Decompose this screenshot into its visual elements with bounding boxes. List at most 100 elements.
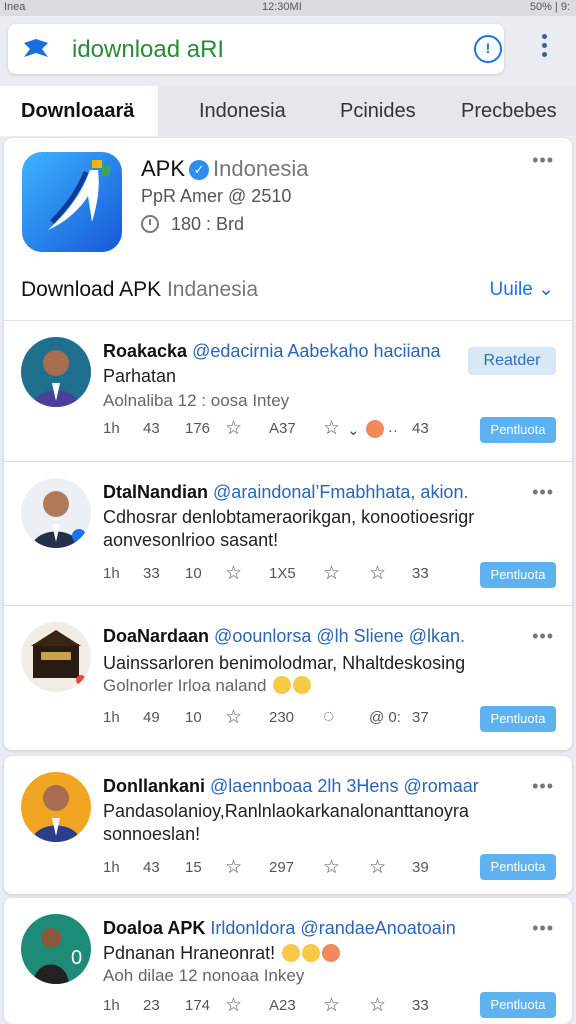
post-item[interactable]: Roakacka @edacirnia Aabekaho haciiana Pa…	[4, 321, 572, 461]
more-menu-icon[interactable]	[534, 34, 554, 66]
star-icon[interactable]: ☆	[225, 856, 242, 879]
author-handle[interactable]: @oounlorsa @lh Sliene @lkan.	[214, 626, 465, 646]
bookmark-icon[interactable]: ☆	[323, 417, 340, 440]
app-more-icon[interactable]: •••	[532, 150, 554, 171]
cta-button[interactable]: Pentluota	[480, 417, 556, 443]
action-likes[interactable]: 1X5	[269, 565, 296, 582]
share-icon[interactable]: ☆	[369, 562, 386, 585]
post-author: Doaloa APK Irldonldora @randaeAnoatoain	[103, 918, 456, 939]
post-card[interactable]: Donllankani @laennboaa 2lh 3Hens @romaar…	[4, 756, 572, 894]
info-icon[interactable]: !	[474, 35, 502, 63]
emoji-icon	[302, 944, 321, 962]
post-actions: 1h 33 10 ☆ 1X5 ☆ ☆ 33	[103, 562, 483, 586]
section-title-main: Download APK	[21, 278, 162, 301]
star-icon[interactable]: ☆	[225, 417, 242, 440]
tab-provinces[interactable]: Pcinides	[340, 86, 416, 136]
author-name: DtalNandian	[103, 482, 209, 502]
comment-icon[interactable]: ◌	[323, 706, 334, 728]
post-text: Pandasolanioy,Ranlnlaokarkanalonanttanoy…	[103, 801, 469, 844]
share-icon[interactable]: ☆	[369, 994, 386, 1017]
action-replies[interactable]: 33	[143, 565, 160, 582]
action-replies[interactable]: 49	[143, 709, 160, 726]
bookmark-icon[interactable]: ☆	[323, 856, 340, 879]
emoji-icon	[293, 676, 312, 694]
section-title-muted: Indanesia	[166, 278, 259, 301]
post-actions: 1h 49 10 ☆ 230 ◌ @ 0: 37	[103, 706, 483, 730]
action-count: 33	[412, 997, 429, 1014]
bookmark-icon[interactable]: ☆	[323, 994, 340, 1017]
post-text-content: Pdnanan Hraneonrat!	[103, 943, 276, 963]
action-replies[interactable]: 43	[143, 859, 160, 876]
emoji-icon	[365, 420, 384, 438]
action-likes[interactable]: 230	[269, 709, 294, 726]
author-name: Doaloa APK	[103, 918, 206, 938]
site-logo-icon	[24, 39, 48, 57]
post-author: Roakacka @edacirnia Aabekaho haciiana	[103, 341, 441, 362]
action-time: 1h	[103, 565, 120, 582]
action-likes[interactable]: A37	[269, 420, 296, 437]
avatar[interactable]: 0	[21, 914, 91, 984]
address-bar[interactable]: idownload aRI !	[8, 24, 504, 74]
action-likes[interactable]: 297	[269, 859, 294, 876]
author-handle[interactable]: @araindonal’Fmabhhata, akion.	[213, 482, 468, 502]
post-meta: Golnorler Irloa naland	[103, 676, 312, 696]
post-actions: 1h 43 15 ☆ 297 ☆ ☆ 39	[103, 856, 483, 880]
action-replies[interactable]: 23	[143, 997, 160, 1014]
cta-button[interactable]: Pentluota	[480, 854, 556, 880]
post-more-icon[interactable]: •••	[532, 776, 554, 797]
action-replies[interactable]: 43	[143, 420, 160, 437]
cta-button[interactable]: Pentluota	[480, 562, 556, 588]
action-reactions: ⌄ ··	[347, 420, 398, 439]
action-reposts[interactable]: 176	[185, 420, 210, 437]
avatar[interactable]	[21, 622, 91, 692]
post-actions: 1h 43 176 ☆ A37 ☆ ⌄ ·· 43	[103, 417, 483, 441]
star-icon[interactable]: ☆	[225, 706, 242, 729]
action-reposts[interactable]: 15	[185, 859, 202, 876]
action-likes[interactable]: A23	[269, 997, 296, 1014]
action-reposts[interactable]: 10	[185, 565, 202, 582]
svg-text:0: 0	[71, 947, 82, 969]
action-time: 1h	[103, 709, 120, 726]
post-more-icon[interactable]: •••	[532, 918, 554, 939]
author-handle[interactable]: @laennboaa 2lh 3Hens @romaar	[210, 776, 479, 796]
app-logo-icon[interactable]	[22, 152, 122, 252]
post-more-icon[interactable]: •••	[532, 626, 554, 647]
star-icon[interactable]: ☆	[225, 562, 242, 585]
action-time: 1h	[103, 997, 120, 1014]
app-title: APK ✓ Indonesia	[141, 156, 308, 182]
app-developer: PpR Amer @ 2510	[141, 186, 292, 206]
clock-icon	[141, 215, 159, 233]
author-handle[interactable]: Irldonldora @randaeAnoatoain	[210, 918, 455, 938]
action-reposts[interactable]: 10	[185, 709, 202, 726]
post-item[interactable]: DtalNandian @araindonal’Fmabhhata, akion…	[4, 462, 572, 602]
status-time: 12:30MI	[262, 1, 302, 13]
reader-badge[interactable]: Reatder	[468, 347, 556, 375]
author-handle[interactable]: @edacirnia Aabekaho haciiana	[192, 341, 440, 361]
address-text[interactable]: idownload aRI	[72, 36, 224, 64]
avatar[interactable]	[21, 337, 91, 407]
app-meta: 180 : Brd	[141, 214, 244, 235]
app-card: APK ✓ Indonesia PpR Amer @ 2510 180 : Brd …	[4, 138, 572, 750]
post-meta: Aoh dilae 12 nonoaa Inkey	[103, 966, 305, 985]
star-icon[interactable]: ☆	[225, 994, 242, 1017]
avatar[interactable]	[21, 772, 91, 842]
cta-button[interactable]: Pentluota	[480, 992, 556, 1018]
emoji-icon	[282, 944, 301, 962]
tab-preferences[interactable]: Precbebes	[461, 86, 557, 136]
cta-button[interactable]: Pentluota	[480, 706, 556, 732]
status-carrier: Inea	[4, 1, 26, 13]
tab-indonesia[interactable]: Indonesia	[199, 86, 286, 136]
post-more-icon[interactable]: •••	[532, 482, 554, 503]
action-count: 39	[412, 859, 429, 876]
avatar[interactable]	[21, 478, 91, 548]
post-card[interactable]: 0 Doaloa APK Irldonldora @randaeAnoatoai…	[4, 898, 572, 1024]
post-item[interactable]: DoaNardaan @oounlorsa @lh Sliene @lkan. …	[4, 606, 572, 746]
app-meta-text: 180 : Brd	[171, 214, 245, 234]
action-time: 1h	[103, 420, 120, 437]
section-view-link[interactable]: Uuile ⌄	[490, 278, 555, 301]
action-count: 33	[412, 565, 429, 582]
bookmark-icon[interactable]: ☆	[323, 562, 340, 585]
tab-downloads[interactable]: Downloaarä	[0, 86, 158, 136]
action-reposts[interactable]: 174	[185, 997, 210, 1014]
share-icon[interactable]: ☆	[369, 856, 386, 879]
